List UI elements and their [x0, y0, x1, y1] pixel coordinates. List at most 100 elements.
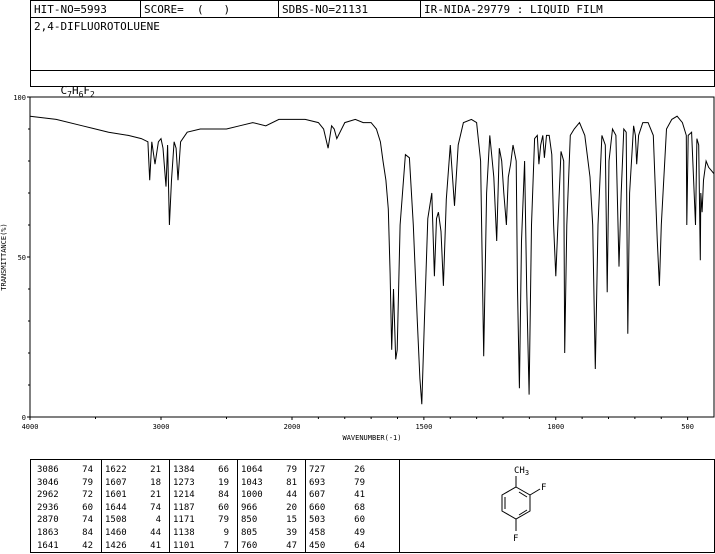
- peak-row: 966 20: [241, 502, 297, 515]
- peak-transmittance: 79: [286, 465, 297, 475]
- y-tick-label: 50: [18, 254, 26, 262]
- peak-table: 3086 74 3046 79 2962 72 2936 60 2870 74 1863 84 1641…: [30, 459, 400, 553]
- peak-row: 1187 60: [173, 502, 229, 515]
- peak-transmittance: 68: [354, 502, 365, 513]
- peak-transmittance: 19: [218, 477, 229, 488]
- peak-wavenumber: 3046: [37, 477, 59, 488]
- peak-row: 1171 79: [173, 514, 229, 527]
- spectrum-line: [29, 115, 715, 405]
- peak-wavenumber: 1043: [241, 477, 263, 488]
- peak-wavenumber: 2870: [37, 515, 59, 526]
- peak-column: 1384 66 1273 19 1214 84 1187 60 1171 79 1138 9 1101 7: [173, 464, 229, 552]
- peak-transmittance: 21: [150, 490, 161, 501]
- x-tick-label: 500: [681, 423, 694, 431]
- peak-row: 2870 74: [37, 514, 93, 527]
- column-divider: [305, 460, 306, 552]
- peak-transmittance: 84: [82, 527, 93, 538]
- structure-box: CH3 F F: [399, 459, 715, 553]
- peak-row: 727 26: [309, 464, 365, 477]
- peak-row: 1138 9: [173, 527, 229, 540]
- peak-wavenumber: 1426: [105, 540, 127, 551]
- y-axis-label: TRANSMITTANCE(%): [0, 223, 8, 290]
- peak-wavenumber: 1214: [173, 490, 195, 501]
- peak-transmittance: 60: [218, 502, 229, 513]
- peak-transmittance: 42: [82, 540, 93, 551]
- double-bond-2: [518, 509, 528, 516]
- peak-row: 2936 60: [37, 502, 93, 515]
- peak-row: 458 49: [309, 527, 365, 540]
- peak-row: 1863 84: [37, 527, 93, 540]
- peak-wavenumber: 1641: [37, 540, 59, 551]
- peak-transmittance: 60: [82, 502, 93, 513]
- peak-row: 1000 44: [241, 489, 297, 502]
- peak-row: 1101 7: [173, 540, 229, 553]
- fluorine-label-4: F: [513, 534, 518, 544]
- peak-row: 1043 81: [241, 477, 297, 490]
- peak-row: 3046 79: [37, 477, 93, 490]
- peak-transmittance: 66: [218, 465, 229, 475]
- y-tick-label: 100: [13, 94, 26, 102]
- peak-row: 607 41: [309, 489, 365, 502]
- peak-wavenumber: 458: [309, 527, 326, 538]
- peak-transmittance: 79: [82, 477, 93, 488]
- peak-wavenumber: 1101: [173, 540, 195, 551]
- methyl-label: CH3: [514, 466, 529, 477]
- peak-wavenumber: 1607: [105, 477, 127, 488]
- peak-row: 1644 74: [105, 502, 161, 515]
- peak-row: 1460 44: [105, 527, 161, 540]
- peak-wavenumber: 1187: [173, 502, 195, 513]
- peak-transmittance: 72: [82, 490, 93, 501]
- peak-row: 1273 19: [173, 477, 229, 490]
- peak-wavenumber: 1138: [173, 527, 195, 538]
- peak-wavenumber: 1384: [173, 465, 195, 475]
- peak-row: 850 15: [241, 514, 297, 527]
- peak-transmittance: 81: [286, 477, 297, 488]
- peak-wavenumber: 1508: [105, 515, 127, 526]
- peak-transmittance: 79: [218, 515, 229, 526]
- peak-wavenumber: 3086: [37, 465, 59, 475]
- peak-wavenumber: 1863: [37, 527, 59, 538]
- peak-wavenumber: 1000: [241, 490, 263, 501]
- peak-transmittance: 47: [286, 540, 297, 551]
- peak-row: 1426 41: [105, 540, 161, 553]
- peak-wavenumber: 660: [309, 502, 326, 513]
- peak-row: 760 47: [241, 540, 297, 553]
- peak-transmittance: 64: [354, 540, 365, 551]
- y-tick-label: 0: [22, 414, 26, 422]
- peak-wavenumber: 805: [241, 527, 258, 538]
- x-tick-label: 2000: [284, 423, 301, 431]
- peak-transmittance: 39: [286, 527, 297, 538]
- peak-wavenumber: 966: [241, 502, 258, 513]
- peak-row: 2962 72: [37, 489, 93, 502]
- peak-row: 450 64: [309, 540, 365, 553]
- peak-row: 660 68: [309, 502, 365, 515]
- peak-wavenumber: 850: [241, 515, 258, 526]
- peak-transmittance: 60: [354, 515, 365, 526]
- peak-wavenumber: 1622: [105, 465, 127, 475]
- peak-wavenumber: 1171: [173, 515, 195, 526]
- peak-column: 3086 74 3046 79 2962 72 2936 60 2870 74 1863 84 1641…: [37, 464, 93, 552]
- peak-wavenumber: 1064: [241, 465, 263, 475]
- peak-transmittance: 18: [150, 477, 161, 488]
- peak-row: 3086 74: [37, 464, 93, 477]
- peak-wavenumber: 607: [309, 490, 326, 501]
- peak-transmittance: 74: [82, 515, 93, 526]
- peak-row: 1064 79: [241, 464, 297, 477]
- x-tick-label: 3000: [153, 423, 170, 431]
- peak-column: 727 26 693 79 607 41 660 68 503 60 458 49 450 64: [309, 464, 365, 552]
- peak-row: 1641 42: [37, 540, 93, 553]
- peak-wavenumber: 1601: [105, 490, 127, 501]
- x-axis-label: WAVENUMBER(-1): [342, 434, 401, 442]
- peak-transmittance: 21: [150, 465, 161, 475]
- peak-column: 1622 21 1607 18 1601 21 1644 74 1508 4 1460 44 1426 4…: [105, 464, 161, 552]
- peak-row: 805 39: [241, 527, 297, 540]
- benzene-ring: [501, 486, 531, 520]
- column-divider: [237, 460, 238, 552]
- peak-wavenumber: 1644: [105, 502, 127, 513]
- peak-row: 693 79: [309, 477, 365, 490]
- peak-transmittance: 49: [354, 527, 365, 538]
- peak-column: 1064 79 1043 81 1000 44 966 20 850 15 805 39 760 47: [241, 464, 297, 552]
- peak-transmittance: 41: [150, 540, 161, 551]
- x-tick-label: 1000: [547, 423, 564, 431]
- peak-wavenumber: 2936: [37, 502, 59, 513]
